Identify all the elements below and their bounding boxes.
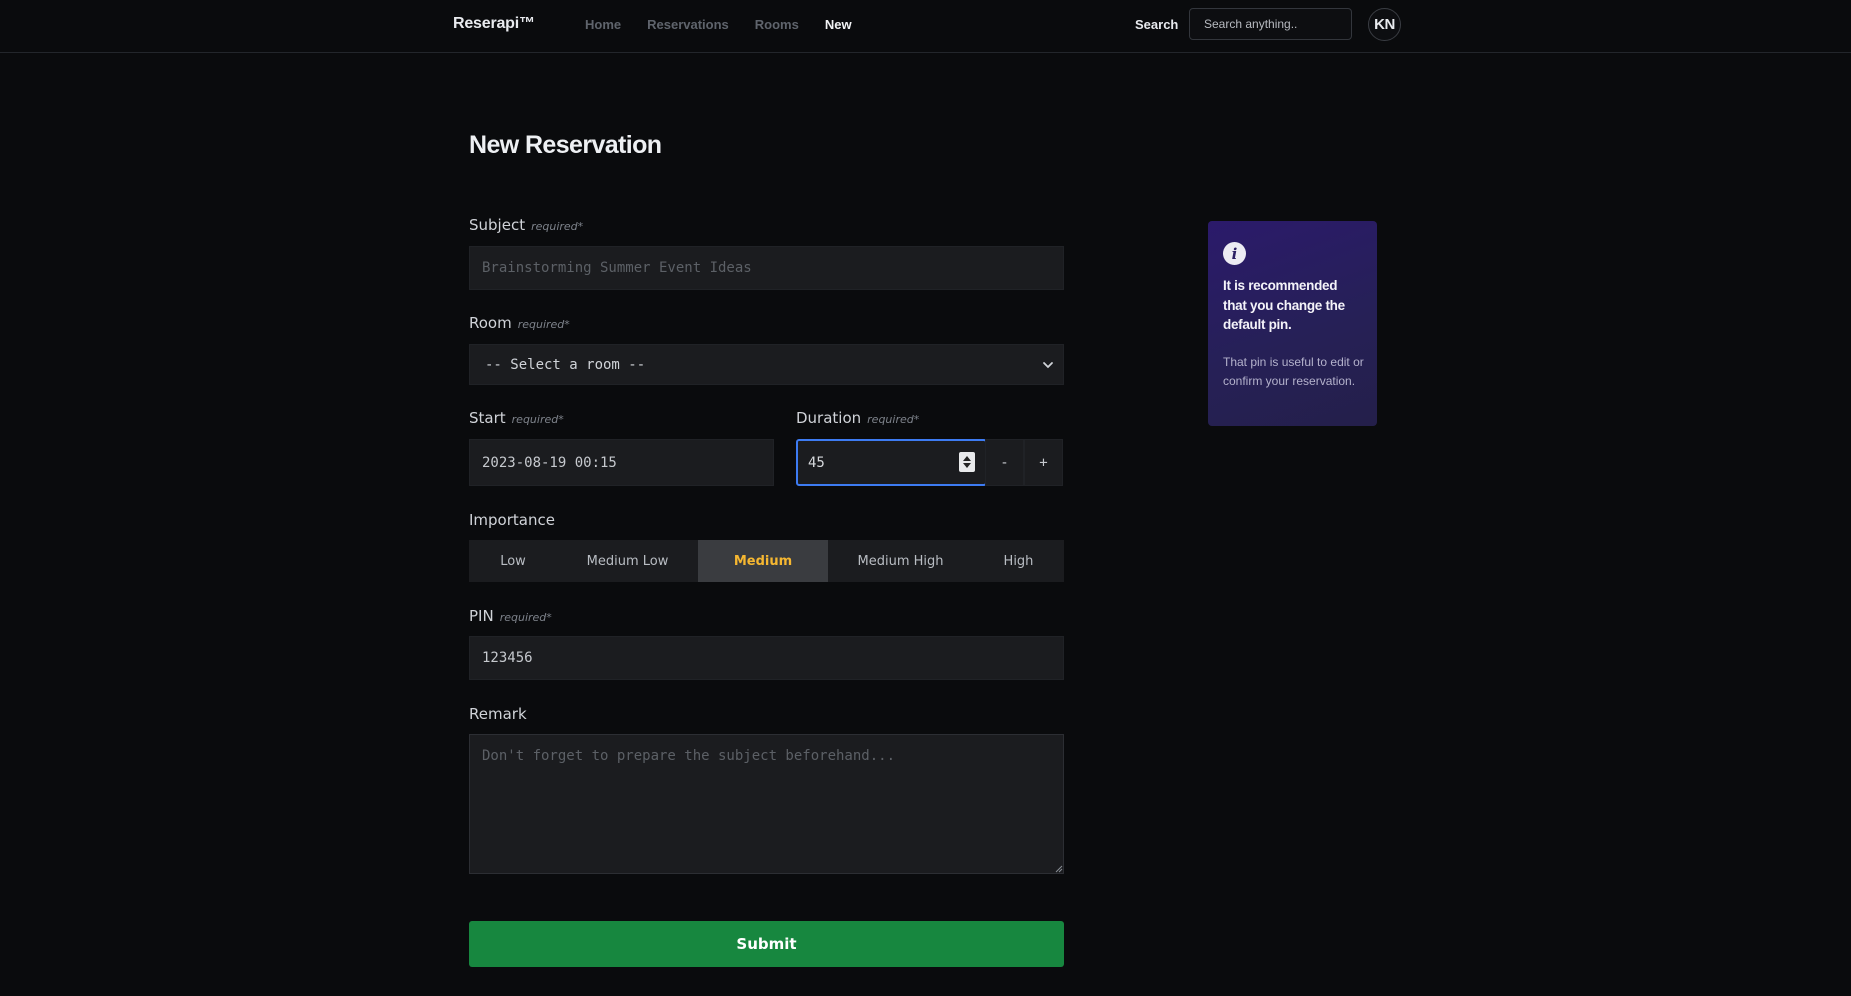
required-tag: required* <box>511 413 564 426</box>
importance-segmented-control: Low Medium Low Medium Medium High High <box>469 540 1064 582</box>
duration-label-text: Duration <box>796 409 862 427</box>
nav-link-home[interactable]: Home <box>585 17 621 32</box>
importance-option-low[interactable]: Low <box>469 540 557 582</box>
remark-textarea[interactable] <box>469 734 1064 874</box>
duration-field <box>796 439 987 486</box>
nav-link-new[interactable]: New <box>825 17 852 32</box>
pin-recommendation-card: i It is recommended that you change the … <box>1208 221 1377 426</box>
duration-decrement-button[interactable]: - <box>985 439 1024 486</box>
search-label: Search <box>1135 17 1179 32</box>
pin-label-text: PIN <box>469 607 494 625</box>
spin-down-icon[interactable] <box>963 463 971 468</box>
required-tag: required* <box>499 611 552 624</box>
room-label-text: Room <box>469 314 512 332</box>
page-title: New Reservation <box>469 131 662 159</box>
duration-increment-button[interactable]: + <box>1024 439 1063 486</box>
pin-input[interactable] <box>469 636 1064 680</box>
info-icon: i <box>1223 242 1246 265</box>
importance-option-medium-low[interactable]: Medium Low <box>557 540 698 582</box>
subject-label-text: Subject <box>469 216 526 234</box>
resize-handle-icon[interactable] <box>1055 865 1063 873</box>
pin-label: PIN required* <box>469 607 552 625</box>
start-datetime-input[interactable] <box>469 439 774 486</box>
chevron-down-icon <box>1043 362 1053 369</box>
brand-logo[interactable]: Reserapi™ <box>453 15 535 33</box>
spin-up-icon[interactable] <box>963 456 971 461</box>
number-spinner[interactable] <box>959 452 975 472</box>
room-select[interactable]: -- Select a room -- <box>469 344 1064 385</box>
info-card-body: That pin is useful to edit or confirm yo… <box>1223 355 1364 388</box>
required-tag: required* <box>517 318 570 331</box>
nav-link-reservations[interactable]: Reservations <box>647 17 729 32</box>
subject-input[interactable] <box>469 246 1064 290</box>
nav-link-rooms[interactable]: Rooms <box>755 17 799 32</box>
search-input[interactable] <box>1189 8 1352 40</box>
duration-label: Duration required* <box>796 409 919 427</box>
remark-label: Remark <box>469 705 527 723</box>
room-label: Room required* <box>469 314 570 332</box>
main-nav: Home Reservations Rooms New <box>585 17 878 32</box>
required-tag: required* <box>867 413 920 426</box>
room-select-value: -- Select a room -- <box>485 356 646 373</box>
submit-button[interactable]: Submit <box>469 921 1064 967</box>
start-label-text: Start <box>469 409 506 427</box>
importance-option-medium-high[interactable]: Medium High <box>828 540 973 582</box>
importance-option-medium[interactable]: Medium <box>698 540 828 582</box>
user-avatar[interactable]: KN <box>1368 8 1401 41</box>
importance-option-high[interactable]: High <box>973 540 1064 582</box>
info-card-heading: It is recommended that you change the de… <box>1223 278 1345 332</box>
duration-input[interactable] <box>798 441 948 484</box>
start-label: Start required* <box>469 409 564 427</box>
required-tag: required* <box>531 220 584 233</box>
top-navbar: Reserapi™ Home Reservations Rooms New Se… <box>0 0 1851 53</box>
importance-label: Importance <box>469 511 555 529</box>
subject-label: Subject required* <box>469 216 583 234</box>
